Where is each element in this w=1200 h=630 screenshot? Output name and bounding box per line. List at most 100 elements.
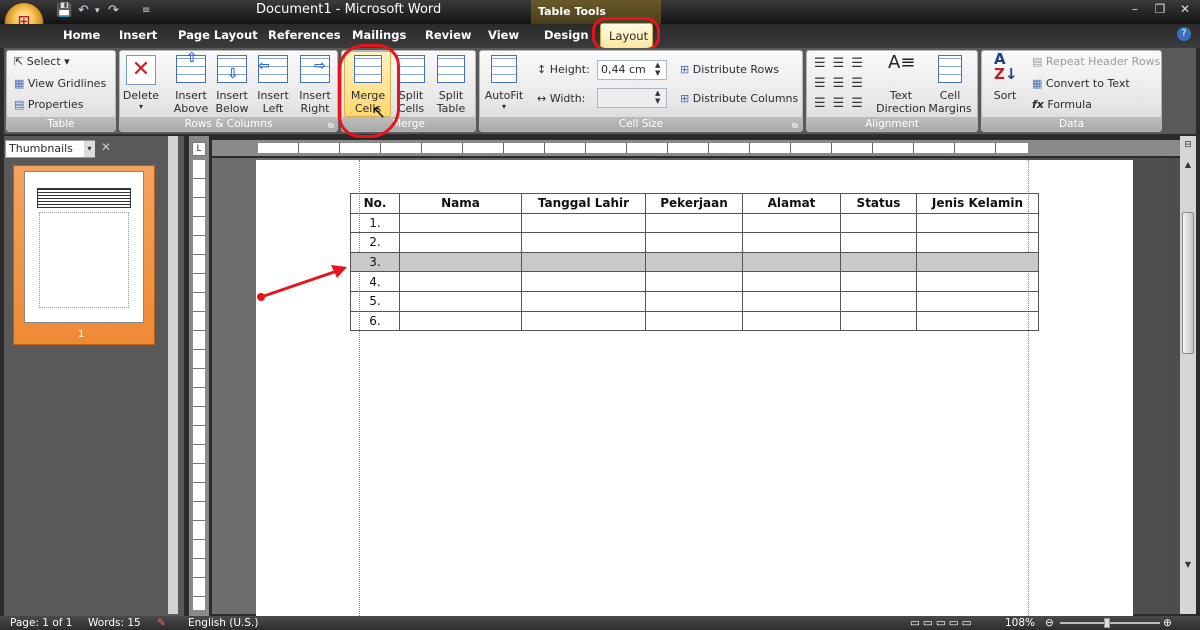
- undo-dropdown-icon[interactable]: ▾: [95, 6, 100, 16]
- table-cell[interactable]: [399, 232, 522, 253]
- table-cell[interactable]: [742, 251, 841, 273]
- insert-right-button[interactable]: Insert Right: [294, 89, 336, 115]
- properties-button[interactable]: ▤ Properties: [14, 98, 84, 111]
- table-cell[interactable]: [742, 232, 841, 253]
- row-number[interactable]: 1.: [350, 212, 400, 234]
- table-cell[interactable]: [840, 271, 917, 292]
- table-cell[interactable]: [840, 232, 917, 253]
- convert-to-text-button[interactable]: ▦ Convert to Text: [1032, 77, 1130, 90]
- table-cell[interactable]: [521, 212, 646, 234]
- table-row[interactable]: 5.: [350, 290, 1039, 312]
- restore-icon[interactable]: ❐: [1150, 3, 1170, 17]
- table-cell[interactable]: [521, 251, 646, 273]
- rows-columns-launcher-icon[interactable]: ⧉: [328, 121, 334, 131]
- header-no[interactable]: No.: [350, 193, 400, 214]
- status-language[interactable]: English (U.S.): [188, 617, 258, 629]
- zoom-out-icon[interactable]: ⊖: [1045, 617, 1054, 629]
- tab-design[interactable]: Design: [544, 28, 589, 42]
- status-words[interactable]: Words: 15: [88, 617, 141, 629]
- autofit-dropdown-icon[interactable]: ▾: [482, 100, 526, 113]
- table-row[interactable]: 4.: [350, 271, 1039, 292]
- ruler-toggle-icon[interactable]: ⊟: [1182, 140, 1194, 152]
- width-spinner-icon[interactable]: ▲ ▼: [655, 89, 660, 105]
- tab-selector-icon[interactable]: L: [192, 142, 206, 156]
- header-nama[interactable]: Nama: [399, 193, 522, 214]
- chevron-down-icon[interactable]: ▾: [84, 141, 95, 157]
- distribute-rows-button[interactable]: ⊞ Distribute Rows: [680, 63, 779, 76]
- table-cell[interactable]: [742, 290, 841, 312]
- table-cell[interactable]: [742, 310, 841, 332]
- help-icon[interactable]: ?: [1177, 27, 1191, 41]
- table-cell[interactable]: [399, 271, 522, 292]
- header-pekerjaan[interactable]: Pekerjaan: [645, 193, 743, 214]
- table-cell[interactable]: [645, 310, 743, 332]
- table-cell[interactable]: [742, 271, 841, 292]
- zoom-slider-thumb[interactable]: [1104, 618, 1110, 628]
- insert-below-button[interactable]: Insert Below: [211, 89, 253, 115]
- table-row[interactable]: 1.: [350, 212, 1039, 234]
- save-icon[interactable]: 💾: [56, 3, 72, 18]
- row-number[interactable]: 4.: [350, 271, 400, 292]
- table-cell[interactable]: [399, 212, 522, 234]
- tab-home[interactable]: Home: [63, 28, 100, 42]
- row-number[interactable]: 5.: [350, 290, 400, 312]
- tab-view[interactable]: View: [488, 28, 519, 42]
- view-buttons[interactable]: ▭▭▭▭▭: [910, 617, 975, 629]
- undo-icon[interactable]: ↶: [78, 3, 89, 18]
- align-cell-buttons[interactable]: ☰☰☰ ☰☰☰ ☰☰☰: [814, 54, 870, 114]
- tab-mailings[interactable]: Mailings: [352, 28, 406, 42]
- table-cell[interactable]: [840, 212, 917, 234]
- repeat-header-rows-button[interactable]: ▤ Repeat Header Rows: [1032, 55, 1160, 68]
- zoom-in-icon[interactable]: ⊕: [1163, 617, 1172, 629]
- close-pane-icon[interactable]: ✕: [101, 140, 111, 154]
- document-table[interactable]: No. Nama Tanggal Lahir Pekerjaan Alamat …: [350, 193, 1039, 332]
- status-page[interactable]: Page: 1 of 1: [10, 617, 72, 629]
- table-cell[interactable]: [840, 251, 917, 273]
- table-cell[interactable]: [916, 271, 1039, 292]
- row-number[interactable]: 6.: [350, 310, 400, 332]
- table-row-selected[interactable]: 3.: [350, 251, 1039, 273]
- sort-button[interactable]: Sort: [988, 89, 1022, 102]
- table-cell[interactable]: [399, 251, 522, 273]
- table-cell[interactable]: [645, 232, 743, 253]
- page-thumbnail[interactable]: [24, 171, 144, 323]
- table-cell[interactable]: [521, 290, 646, 312]
- row-number[interactable]: 3.: [350, 251, 400, 273]
- table-cell[interactable]: [916, 290, 1039, 312]
- text-direction-button[interactable]: Text Direction: [876, 89, 926, 115]
- table-cell[interactable]: [916, 212, 1039, 234]
- table-cell[interactable]: [645, 271, 743, 292]
- tab-references[interactable]: References: [268, 28, 341, 42]
- distribute-columns-button[interactable]: ⊞ Distribute Columns: [680, 92, 798, 105]
- tab-review[interactable]: Review: [425, 28, 472, 42]
- split-table-button[interactable]: Split Table: [430, 89, 472, 115]
- insert-above-button[interactable]: Insert Above: [170, 89, 212, 115]
- select-button[interactable]: ⇱ Select ▾: [14, 55, 70, 68]
- header-alamat[interactable]: Alamat: [742, 193, 841, 214]
- document-scrollbar[interactable]: [1180, 136, 1196, 614]
- table-cell[interactable]: [916, 310, 1039, 332]
- cell-margins-button[interactable]: Cell Margins: [926, 89, 974, 115]
- header-status[interactable]: Status: [840, 193, 917, 214]
- table-cell[interactable]: [521, 310, 646, 332]
- table-row[interactable]: 6.: [350, 310, 1039, 332]
- close-icon[interactable]: ✕: [1175, 3, 1195, 17]
- table-cell[interactable]: [399, 310, 522, 332]
- formula-button[interactable]: fx Formula: [1032, 98, 1092, 111]
- insert-left-button[interactable]: Insert Left: [252, 89, 294, 115]
- table-cell[interactable]: [521, 232, 646, 253]
- table-cell[interactable]: [742, 212, 841, 234]
- table-cell[interactable]: [840, 310, 917, 332]
- scroll-up-icon[interactable]: ▲: [1182, 160, 1194, 172]
- table-cell[interactable]: [645, 212, 743, 234]
- proofing-icon[interactable]: ✎: [157, 617, 166, 629]
- thumbnails-scrollbar[interactable]: [168, 136, 178, 614]
- view-gridlines-button[interactable]: ▦ View Gridlines: [14, 77, 106, 90]
- tab-page-layout[interactable]: Page Layout: [178, 28, 258, 42]
- table-row[interactable]: 2.: [350, 232, 1039, 253]
- status-zoom[interactable]: 108%: [1005, 617, 1035, 629]
- table-cell[interactable]: [521, 271, 646, 292]
- customize-toolbar-icon[interactable]: ≡: [142, 5, 150, 16]
- zoom-slider[interactable]: [1060, 622, 1160, 624]
- table-cell[interactable]: [840, 290, 917, 312]
